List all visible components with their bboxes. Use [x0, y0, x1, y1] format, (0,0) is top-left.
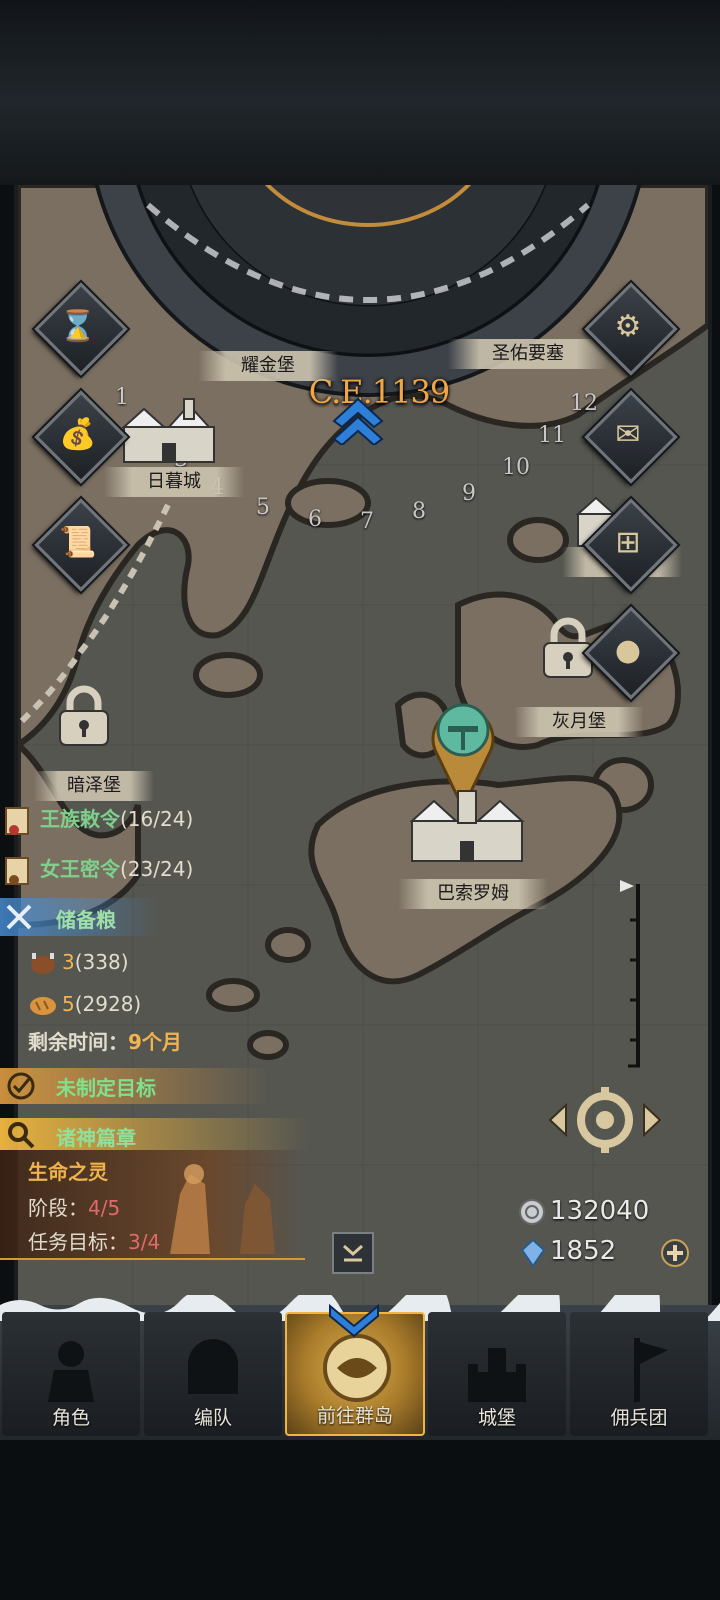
nav-label: 编队	[193, 1407, 232, 1429]
coin-icon: ●	[614, 632, 642, 668]
scroll-icon	[5, 806, 29, 835]
location-label-basuo[interactable]: 巴索罗姆	[398, 879, 548, 909]
remaining-time-label: 剩余时间：	[28, 1030, 128, 1054]
location-label-shengyou[interactable]: 圣佑要塞	[448, 339, 608, 369]
zoom-slider[interactable]	[618, 880, 648, 1070]
year-dial[interactable]	[88, 185, 648, 555]
quest-name: 女王密令	[40, 857, 120, 881]
location-label-yaojin[interactable]: 耀金堡	[198, 351, 338, 381]
month-5[interactable]: 5	[252, 495, 274, 520]
silver-amount: 132040	[550, 1196, 650, 1226]
bread-total: (2928)	[74, 992, 142, 1016]
castle-grid-icon: ⊞	[615, 524, 641, 560]
banner-icon	[634, 1338, 668, 1402]
stage-value: 4/5	[88, 1196, 121, 1220]
goal-label: 未制定目标	[56, 1076, 156, 1100]
crystal-amount: 1852	[550, 1236, 617, 1266]
nav-character[interactable]: 角色	[2, 1312, 140, 1436]
cattle-icon	[31, 953, 55, 974]
month-9[interactable]: 9	[458, 481, 480, 506]
reserve-title: 储备粮	[56, 908, 116, 932]
active-tab-arrow-icon	[329, 1303, 379, 1338]
task-value: 3/4	[128, 1230, 161, 1254]
nav-label: 佣兵团	[610, 1407, 668, 1429]
quest-count: (23/24)	[120, 857, 194, 881]
task-label: 任务目标：	[28, 1230, 128, 1254]
stage-label: 阶段：	[28, 1196, 88, 1220]
castle-rimu-icon[interactable]	[114, 397, 224, 467]
top-bar	[0, 0, 720, 185]
bottom-spacer	[0, 1440, 720, 1600]
location-label-anze[interactable]: 暗泽堡	[34, 771, 154, 801]
cattle-value: 3	[62, 950, 75, 974]
chapter-name: 生命之灵	[28, 1160, 108, 1184]
castle-basuo-icon[interactable]	[402, 785, 532, 865]
chapter-header[interactable]	[0, 1118, 310, 1150]
nav-mercenary[interactable]: 佣兵团	[570, 1312, 708, 1436]
month-6[interactable]: 6	[304, 507, 326, 532]
mail-icon: ✉	[615, 416, 641, 452]
chapter-task: 任务目标：3/4	[28, 1226, 160, 1255]
nav-label: 城堡	[477, 1407, 516, 1429]
bread-amount: 5(2928)	[62, 992, 141, 1016]
islands-compass-icon	[323, 1334, 391, 1402]
search-icon	[8, 1122, 35, 1149]
hourglass-icon: ⌛	[59, 308, 97, 344]
target-icon	[7, 1072, 35, 1100]
crossed-swords-icon	[6, 904, 32, 930]
month-11[interactable]: 11	[538, 423, 566, 448]
cattle-amount: 3(338)	[62, 950, 129, 974]
cattle-total: (338)	[74, 950, 129, 974]
nav-formation[interactable]: 编队	[144, 1312, 282, 1436]
helmet-icon	[188, 1339, 238, 1394]
location-label-rimu[interactable]: 日暮城	[104, 467, 244, 497]
gear-icon: ⚙	[614, 308, 642, 344]
chapter-title: 诸神篇章	[56, 1126, 136, 1150]
plus-icon[interactable]	[660, 1238, 690, 1268]
money-bag-icon: 💰	[59, 416, 97, 452]
collapse-panel-icon[interactable]	[332, 1232, 374, 1274]
nav-label: 前往群岛	[316, 1405, 393, 1427]
month-10[interactable]: 10	[502, 455, 530, 480]
knight-icon	[48, 1341, 94, 1402]
quest-row-queen-order[interactable]: 女王密令(23/24)	[0, 850, 193, 888]
month-8[interactable]: 8	[408, 499, 430, 524]
locate-icon[interactable]	[548, 1085, 662, 1155]
bread-value: 5	[62, 992, 75, 1016]
bread-icon	[30, 997, 56, 1015]
scroll-up-arrow-icon[interactable]	[330, 393, 386, 445]
lock-anze-icon[interactable]	[56, 685, 112, 747]
silver-coin-icon	[519, 1199, 545, 1225]
location-label-huiyue[interactable]: 灰月堡	[514, 707, 644, 737]
scroll-icon	[5, 856, 29, 885]
remaining-time-value: 9个月	[128, 1030, 182, 1054]
quest-row-royal-decree[interactable]: 王族敕令(16/24)	[0, 800, 193, 838]
nav-label: 角色	[51, 1407, 90, 1429]
scroll-icon: 📜	[59, 524, 97, 560]
castle-icon	[468, 1348, 526, 1402]
remaining-time: 剩余时间：9个月	[28, 1026, 182, 1055]
quest-name: 王族敕令	[40, 807, 120, 831]
chapter-stage: 阶段：4/5	[28, 1192, 120, 1221]
crystal-icon	[520, 1238, 546, 1268]
nav-castle[interactable]: 城堡	[428, 1312, 566, 1436]
month-7[interactable]: 7	[356, 509, 378, 534]
quest-count: (16/24)	[120, 807, 194, 831]
